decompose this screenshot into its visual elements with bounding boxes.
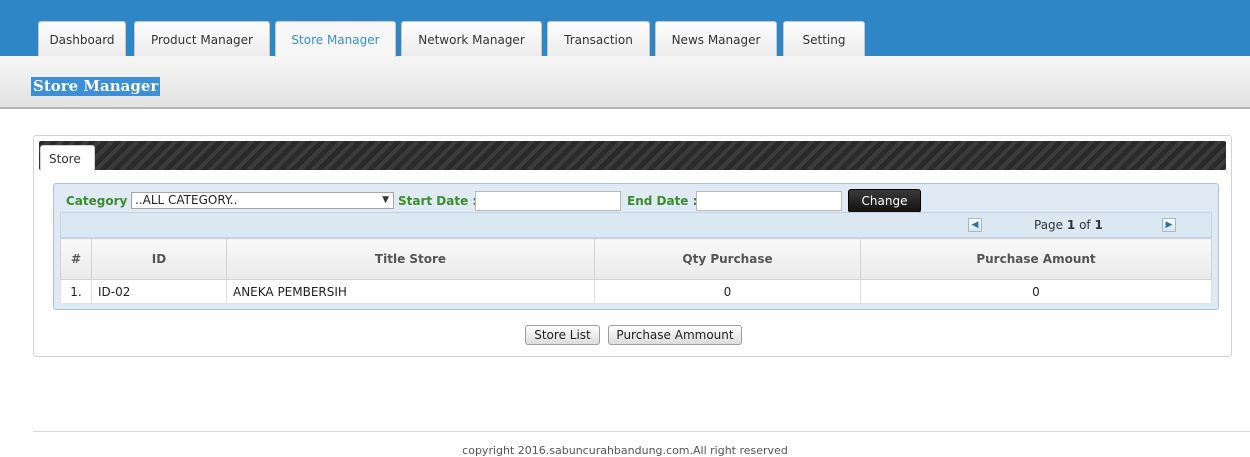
page-prefix: Page [1034, 218, 1064, 232]
tab-store-manager[interactable]: Store Manager [275, 21, 396, 57]
category-label: Category [66, 194, 128, 208]
col-header-id[interactable]: ID [91, 238, 227, 280]
category-select-value: ..ALL CATEGORY.. [135, 193, 238, 207]
col-header-number[interactable]: # [60, 238, 92, 280]
change-button[interactable]: Change [848, 189, 921, 213]
col-header-title-store[interactable]: Title Store [226, 238, 595, 280]
page-of: of [1079, 218, 1091, 232]
start-date-label: Start Date : [398, 194, 478, 208]
table-row[interactable]: 1. ID-02 ANEKA PEMBERSIH 0 0 [60, 279, 1212, 304]
prev-page-button[interactable]: ◀ [968, 218, 982, 232]
col-header-qty-purchase[interactable]: Qty Purchase [594, 238, 861, 280]
tab-dashboard[interactable]: Dashboard [38, 21, 126, 56]
page-title: Store Manager [31, 77, 161, 96]
tab-setting[interactable]: Setting [783, 21, 865, 56]
purchase-amount-button[interactable]: Purchase Ammount [608, 325, 742, 345]
panel-tab-store[interactable]: Store [40, 145, 95, 171]
store-list-button[interactable]: Store List [525, 325, 600, 345]
row-qty-purchase: 0 [594, 279, 861, 304]
tab-news-manager[interactable]: News Manager [655, 21, 777, 56]
panel-tab-bar [39, 141, 1226, 170]
header: Dashboard Product Manager Store Manager … [0, 0, 1250, 109]
next-page-button[interactable]: ▶ [1162, 218, 1176, 232]
tab-network-manager[interactable]: Network Manager [401, 21, 542, 56]
footer-copyright: copyright 2016.sabuncurahbandung.com.All… [462, 444, 788, 457]
store-grid: Category ..ALL CATEGORY.. ▼ Start Date :… [53, 183, 1219, 310]
row-id: ID-02 [91, 279, 227, 304]
chevron-left-icon: ◀ [971, 220, 979, 230]
tab-product-manager[interactable]: Product Manager [134, 21, 270, 56]
page-current: 1 [1066, 218, 1076, 232]
chevron-down-icon: ▼ [382, 195, 389, 205]
page-indicator: Page 1 of 1 [1034, 218, 1103, 232]
tab-transaction[interactable]: Transaction [547, 21, 650, 56]
chevron-right-icon: ▶ [1165, 220, 1173, 230]
pager-bar: ◀ Page 1 of 1 ▶ [60, 212, 1212, 238]
store-panel: Store Category ..ALL CATEGORY.. ▼ Start … [33, 135, 1232, 357]
page-total: 1 [1094, 218, 1103, 232]
start-date-input[interactable] [475, 191, 621, 211]
row-number: 1. [60, 279, 92, 304]
col-header-purchase-amount[interactable]: Purchase Amount [860, 238, 1212, 280]
end-date-input[interactable] [696, 191, 842, 211]
footer-divider [33, 431, 1250, 432]
row-title-store: ANEKA PEMBERSIH [226, 279, 595, 304]
table-header-row: # ID Title Store Qty Purchase Purchase A… [60, 238, 1212, 280]
row-purchase-amount: 0 [860, 279, 1212, 304]
category-select[interactable]: ..ALL CATEGORY.. ▼ [131, 192, 394, 209]
store-table: # ID Title Store Qty Purchase Purchase A… [60, 238, 1212, 304]
end-date-label: End Date : [627, 194, 698, 208]
